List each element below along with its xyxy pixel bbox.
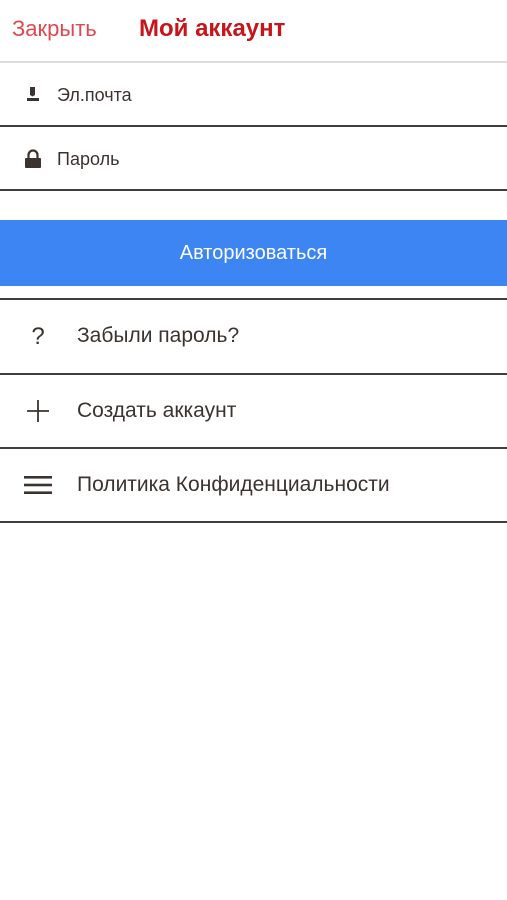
- close-button[interactable]: Закрыть: [12, 16, 97, 42]
- menu-item-label: Создать аккаунт: [77, 399, 237, 422]
- menu-item-label: Политика Конфиденциальности: [77, 473, 390, 496]
- user-icon: [24, 85, 42, 105]
- password-input[interactable]: [57, 145, 477, 173]
- header: Закрыть Мой аккаунт: [0, 0, 507, 63]
- question-icon: ?: [24, 322, 52, 350]
- menu-item-create-account[interactable]: Создать аккаунт: [0, 375, 507, 449]
- menu-item-privacy-policy[interactable]: Политика Конфиденциальности: [0, 449, 507, 523]
- menu-divider: [0, 521, 507, 523]
- email-input[interactable]: [57, 81, 477, 109]
- svg-text:?: ?: [31, 323, 44, 350]
- menu-lines-icon: [24, 471, 52, 499]
- login-button[interactable]: Авторизоваться: [0, 220, 507, 286]
- password-field-row[interactable]: [0, 127, 507, 191]
- plus-icon: [24, 397, 52, 425]
- page-title: Мой аккаунт: [139, 15, 286, 42]
- menu-item-forgot-password[interactable]: ? Забыли пароль?: [0, 300, 507, 374]
- email-field-row[interactable]: [0, 63, 507, 127]
- lock-icon: [24, 149, 42, 169]
- menu-item-label: Забыли пароль?: [77, 324, 240, 347]
